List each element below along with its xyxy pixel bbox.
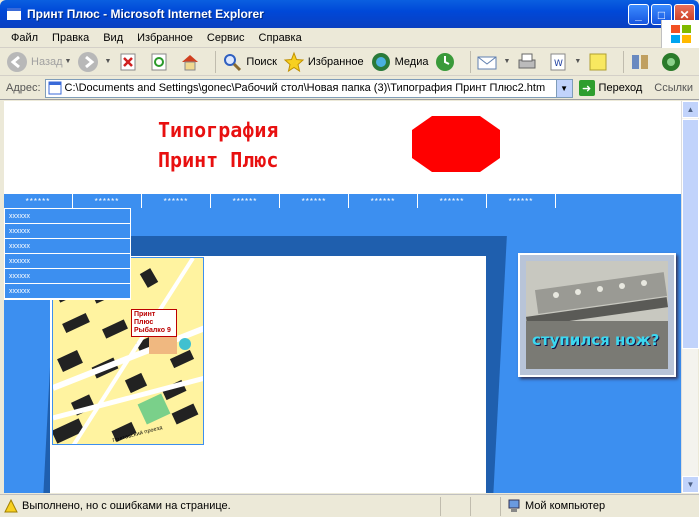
dropdown-item[interactable]: xxxxxx bbox=[5, 239, 130, 254]
dropdown-item[interactable]: xxxxxx bbox=[5, 254, 130, 269]
window-title: Принт Плюс - Microsoft Internet Explorer bbox=[27, 7, 264, 21]
cutter-photo: ступился нож? bbox=[526, 261, 668, 369]
nav-item[interactable]: ****** bbox=[73, 194, 142, 208]
dropdown-menu: xxxxxx xxxxxx xxxxxx xxxxxx xxxxxx xxxxx… bbox=[4, 208, 131, 300]
address-text: C:\Documents and Settings\gonec\Рабочий … bbox=[64, 82, 546, 94]
media-label: Медиа bbox=[394, 55, 429, 68]
dropdown-item[interactable]: xxxxxx bbox=[5, 209, 130, 224]
favorites-label: Избранное bbox=[307, 55, 364, 68]
ie-icon bbox=[7, 8, 21, 20]
address-dropdown-icon[interactable]: ▼ bbox=[555, 79, 572, 97]
nav-bar: ****** ****** ****** ****** ****** *****… bbox=[4, 194, 681, 208]
menu-tools[interactable]: Сервис bbox=[200, 32, 252, 44]
research-icon bbox=[632, 54, 649, 69]
forward-arrow-icon bbox=[78, 51, 99, 72]
photo-frame[interactable]: ступился нож? bbox=[518, 253, 676, 377]
scroll-up-icon[interactable]: ▲ bbox=[682, 101, 699, 118]
word-icon: W bbox=[550, 53, 566, 70]
site-logo[interactable]: Типография Принт Плюс bbox=[158, 115, 278, 175]
search-button[interactable]: Поиск bbox=[221, 51, 277, 73]
menu-view[interactable]: Вид bbox=[96, 32, 130, 44]
zone-label: Мой компьютер bbox=[525, 500, 606, 512]
history-button[interactable] bbox=[434, 51, 459, 73]
star-icon bbox=[283, 51, 305, 72]
menu-file[interactable]: Файл bbox=[4, 32, 45, 44]
logo-line-1: Типография bbox=[158, 118, 279, 142]
note-icon bbox=[589, 53, 607, 70]
home-icon bbox=[182, 54, 199, 70]
nav-item[interactable]: ****** bbox=[280, 194, 349, 208]
map-label-line-1: Принт Плюс bbox=[134, 311, 156, 326]
dropdown-item[interactable]: xxxxxx bbox=[5, 269, 130, 284]
map-label-line-2: Рыбалко 9 bbox=[134, 327, 171, 334]
edit-button[interactable]: W ▼ bbox=[547, 51, 581, 73]
cutter-machine-graphic bbox=[526, 261, 668, 369]
scroll-down-icon[interactable]: ▼ bbox=[682, 476, 699, 493]
research-button[interactable] bbox=[629, 51, 654, 73]
stop-icon bbox=[120, 53, 136, 70]
refresh-button[interactable] bbox=[148, 51, 173, 73]
go-label: Переход bbox=[598, 82, 643, 94]
minimize-button[interactable]: _ bbox=[628, 4, 649, 25]
svg-text:W: W bbox=[554, 59, 563, 69]
address-label: Адрес: bbox=[6, 82, 41, 94]
page-viewport: Типография Принт Плюс ****** ****** ****… bbox=[4, 101, 681, 493]
mail-button[interactable]: ▼ bbox=[476, 51, 510, 73]
windows-logo-icon bbox=[661, 20, 699, 48]
nav-item[interactable]: ****** bbox=[487, 194, 556, 208]
menu-bar: Файл Правка Вид Избранное Сервис Справка bbox=[0, 28, 699, 48]
computer-icon bbox=[508, 499, 520, 512]
dropdown-item[interactable]: xxxxxx bbox=[5, 224, 130, 239]
status-text: Выполнено, но с ошибками на странице. bbox=[22, 500, 231, 512]
flower-icon bbox=[662, 52, 681, 71]
scroll-thumb[interactable] bbox=[682, 119, 699, 349]
address-input[interactable]: C:\Documents and Settings\gonec\Рабочий … bbox=[44, 78, 573, 98]
warning-icon[interactable] bbox=[4, 499, 18, 513]
messenger-button[interactable] bbox=[660, 51, 685, 73]
back-label: Назад bbox=[31, 55, 63, 68]
status-bar: Выполнено, но с ошибками на странице. Мо… bbox=[0, 494, 699, 517]
search-icon bbox=[224, 53, 242, 71]
home-button[interactable] bbox=[179, 51, 204, 73]
discuss-button[interactable] bbox=[587, 51, 612, 73]
nav-item[interactable]: ****** bbox=[418, 194, 487, 208]
media-button[interactable]: Медиа bbox=[370, 51, 429, 73]
photo-caption: ступился нож? bbox=[532, 331, 660, 349]
address-bar: Адрес: C:\Documents and Settings\gonec\Р… bbox=[0, 77, 699, 100]
print-button[interactable] bbox=[516, 51, 541, 73]
links-button[interactable]: Ссылки bbox=[654, 82, 693, 94]
favorites-button[interactable]: Избранное bbox=[283, 51, 364, 73]
nav-item[interactable]: ****** bbox=[349, 194, 418, 208]
nav-item[interactable]: ****** bbox=[4, 194, 73, 208]
nav-item[interactable]: ****** bbox=[142, 194, 211, 208]
back-button[interactable]: Назад ▼ bbox=[6, 51, 71, 73]
logo-line-2: Принт Плюс bbox=[158, 148, 279, 172]
menu-help[interactable]: Справка bbox=[252, 32, 309, 44]
back-arrow-icon bbox=[7, 51, 27, 72]
stop-button[interactable] bbox=[117, 51, 142, 73]
go-button[interactable]: ➜ Переход bbox=[578, 80, 643, 96]
printer-icon bbox=[518, 53, 536, 68]
mail-icon bbox=[477, 56, 497, 69]
menu-favorites[interactable]: Избранное bbox=[130, 32, 200, 44]
map-marker-label: Принт Плюс Рыбалко 9 bbox=[131, 309, 177, 337]
refresh-icon bbox=[151, 53, 167, 70]
vertical-scrollbar[interactable]: ▲ ▼ bbox=[681, 101, 699, 493]
menu-edit[interactable]: Правка bbox=[45, 32, 96, 44]
page-icon bbox=[48, 81, 62, 95]
nav-item[interactable]: ****** bbox=[211, 194, 280, 208]
forward-button[interactable]: ▼ bbox=[77, 51, 111, 73]
media-icon bbox=[371, 52, 390, 71]
history-icon bbox=[436, 52, 455, 71]
title-bar: Принт Плюс - Microsoft Internet Explorer… bbox=[0, 0, 699, 28]
search-label: Поиск bbox=[246, 55, 277, 68]
dropdown-item[interactable]: xxxxxx bbox=[5, 284, 130, 299]
red-octagon-logo bbox=[412, 116, 500, 172]
security-zone: Мой компьютер bbox=[500, 496, 660, 516]
toolbar: Назад ▼ ▼ Поиск Избранное Медиа ▼ W ▼ bbox=[0, 48, 699, 76]
go-arrow-icon: ➜ bbox=[578, 80, 595, 96]
